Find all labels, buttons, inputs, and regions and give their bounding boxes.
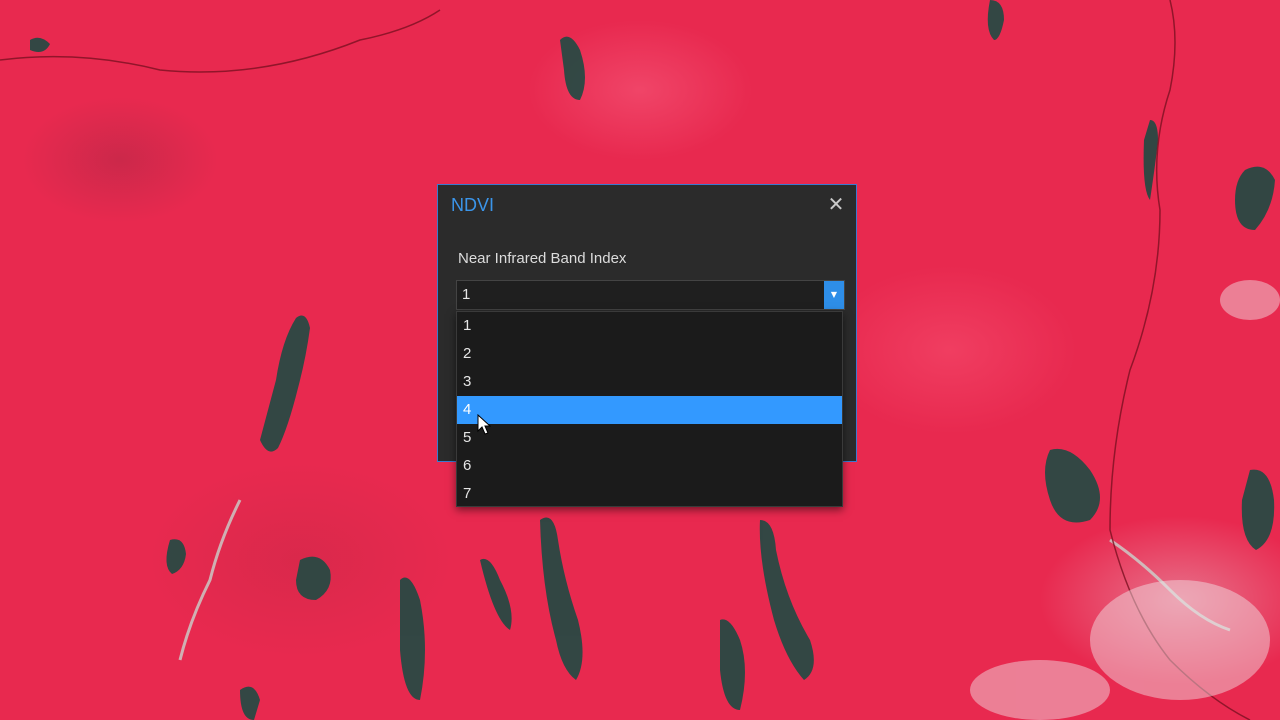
band-index-dropdown-list: 1 2 3 4 5 6 7 (456, 311, 843, 507)
dialog-title: NDVI (451, 195, 495, 215)
dropdown-option-7[interactable]: 7 (457, 480, 842, 508)
dropdown-option-3[interactable]: 3 (457, 368, 842, 396)
combobox-value: 1 (462, 286, 471, 303)
dropdown-option-1[interactable]: 1 (457, 312, 842, 340)
dropdown-option-4[interactable]: 4 (457, 396, 842, 424)
band-index-combobox[interactable]: 1 ▼ (456, 280, 845, 310)
dropdown-button[interactable]: ▼ (824, 281, 844, 309)
dropdown-option-6[interactable]: 6 (457, 452, 842, 480)
near-infrared-band-index-label: Near Infrared Band Index (458, 250, 627, 267)
dropdown-option-2[interactable]: 2 (457, 340, 842, 368)
close-button[interactable]: ✕ (826, 194, 846, 214)
dropdown-option-5[interactable]: 5 (457, 424, 842, 452)
close-icon: ✕ (827, 192, 845, 216)
mouse-pointer-icon (477, 414, 491, 435)
chevron-down-icon: ▼ (830, 290, 838, 299)
